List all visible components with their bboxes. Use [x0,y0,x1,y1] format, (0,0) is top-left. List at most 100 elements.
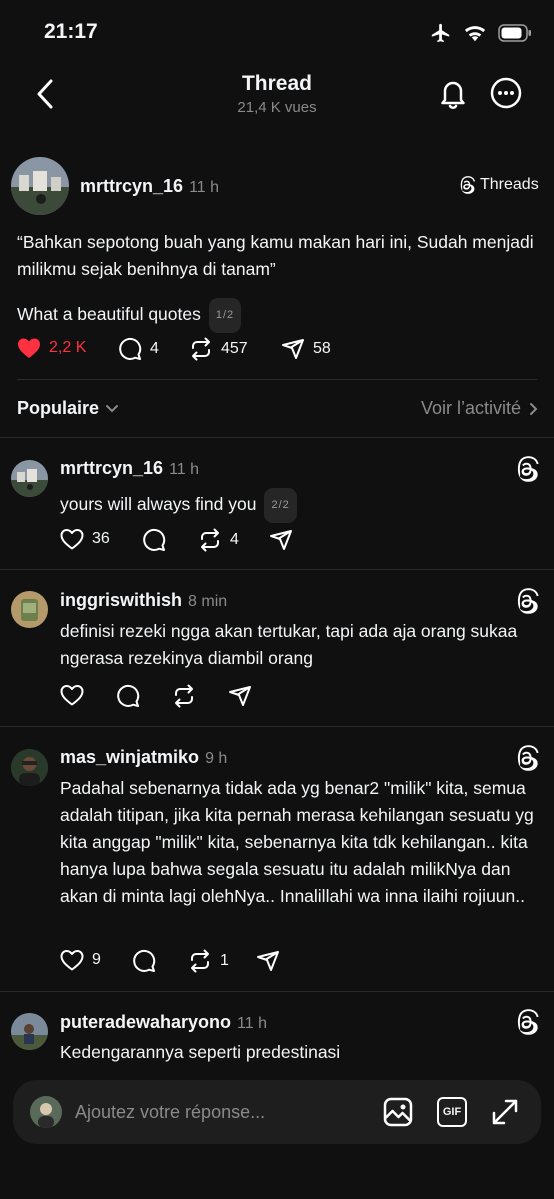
more-icon[interactable] [490,77,522,109]
username-text[interactable]: mrttrcyn_16 [80,176,183,196]
avatar[interactable] [11,591,48,628]
share-button[interactable] [228,684,260,708]
sort-label: Populaire [17,398,100,418]
activity-label: Voir l’activité [420,398,521,418]
avatar[interactable] [11,460,48,497]
status-time: 21:17 [44,20,98,43]
share-icon [282,339,304,359]
activity-link[interactable]: Voir l’activité [421,398,538,419]
heart-icon [60,950,84,971]
username-text[interactable]: mrttrcyn_16 [60,458,163,478]
comment-button[interactable] [142,528,174,552]
comment-count: 4 [150,340,159,357]
repost-button[interactable]: 4 [198,528,239,552]
share-button[interactable] [256,949,288,973]
pager-badge: 2/2 [264,488,297,523]
status-bar: 21:17 [0,0,554,64]
username-text[interactable]: inggriswithish [60,590,182,610]
reply-username[interactable]: mas_winjatmiko 9 h [60,747,227,768]
repost-count: 457 [221,340,248,357]
pager-badge: 1/2 [208,298,242,333]
threads-logo-icon[interactable] [514,456,540,482]
share-icon [229,686,251,706]
repost-icon [201,528,219,552]
post-time: 11 h [189,179,220,196]
threads-logo-icon [460,176,476,194]
repost-icon [175,684,193,708]
threads-source-badge[interactable]: Threads [458,176,539,194]
divider [0,569,554,570]
divider [0,726,554,727]
like-button[interactable]: 2,2 K [17,337,86,359]
threads-source-label: Threads [480,176,539,193]
reply-username[interactable]: puteradewaharyono 11 h [60,1012,267,1033]
post-caption: What a beautiful quotes 1/2 [17,298,537,333]
like-button[interactable]: 9 [60,949,101,971]
gif-label: GIF [442,1106,462,1118]
view-count: 21,4 K vues [237,99,317,116]
post-quote: “Bahkan sepotong buah yang kamu makan ha… [17,232,534,279]
reply-composer: GIF [13,1080,541,1144]
comment-button[interactable] [116,684,148,708]
comment-icon [143,528,166,551]
chevron-right-icon [530,402,538,415]
like-button[interactable] [60,684,92,706]
reply-username[interactable]: mrttrcyn_16 11 h [60,458,199,479]
image-icon[interactable] [383,1097,413,1127]
comment-icon [119,337,142,360]
repost-icon [191,949,209,973]
divider [0,991,554,992]
repost-count: 4 [230,531,239,548]
expand-icon[interactable] [490,1097,520,1127]
like-count: 36 [92,530,110,547]
heart-icon [18,338,40,358]
avatar[interactable] [11,1013,48,1050]
repost-button[interactable] [172,684,204,708]
reply-body: Padahal sebenarnya tidak ada yg benar2 "… [60,778,534,906]
reply-time: 11 h [169,461,200,478]
share-button[interactable]: 58 [281,337,331,361]
avatar[interactable] [11,157,69,215]
avatar [30,1096,62,1128]
repost-button[interactable]: 457 [189,337,248,361]
sort-dropdown[interactable]: Populaire [17,398,119,419]
heart-icon [60,529,84,550]
status-icons [430,22,532,44]
repost-button[interactable]: 1 [188,949,229,973]
gif-button[interactable]: GIF [437,1097,467,1127]
reply-body: definisi rezeki ngga akan tertukar, tapi… [60,621,518,668]
comment-button[interactable] [132,949,164,973]
nav-bar: Thread 21,4 K vues [0,64,554,128]
page-title: Thread [241,72,312,95]
heart-icon [60,685,84,706]
share-button[interactable] [269,528,301,552]
bell-icon[interactable] [436,76,470,110]
repost-count: 1 [220,952,229,969]
wifi-icon [464,26,486,42]
comment-icon [117,684,140,707]
like-count: 2,2 K [49,339,87,356]
post-username[interactable]: mrttrcyn_16 11 h [80,176,219,197]
reply-time: 9 h [205,750,228,767]
username-text[interactable]: puteradewaharyono [60,1012,231,1032]
divider [17,379,537,380]
divider [0,437,554,438]
threads-logo-icon[interactable] [514,745,540,771]
threads-logo-icon[interactable] [514,588,540,614]
reply-username[interactable]: inggriswithish 8 min [60,590,227,611]
username-text[interactable]: mas_winjatmiko [60,747,199,767]
like-button[interactable]: 36 [60,528,110,550]
reply-input[interactable] [75,1100,325,1124]
reply-body: yours will always find you [60,494,257,514]
like-count: 9 [92,951,101,968]
reply-time: 8 min [188,593,228,610]
threads-logo-icon[interactable] [514,1009,540,1035]
reply-time: 11 h [237,1015,267,1032]
reply-text: yours will always find you 2/2 [60,488,530,523]
comment-button[interactable]: 4 [118,337,159,361]
avatar[interactable] [11,749,48,786]
share-icon [270,530,292,550]
chevron-down-icon [106,404,119,412]
share-count: 58 [313,340,331,357]
comment-icon [133,949,156,972]
